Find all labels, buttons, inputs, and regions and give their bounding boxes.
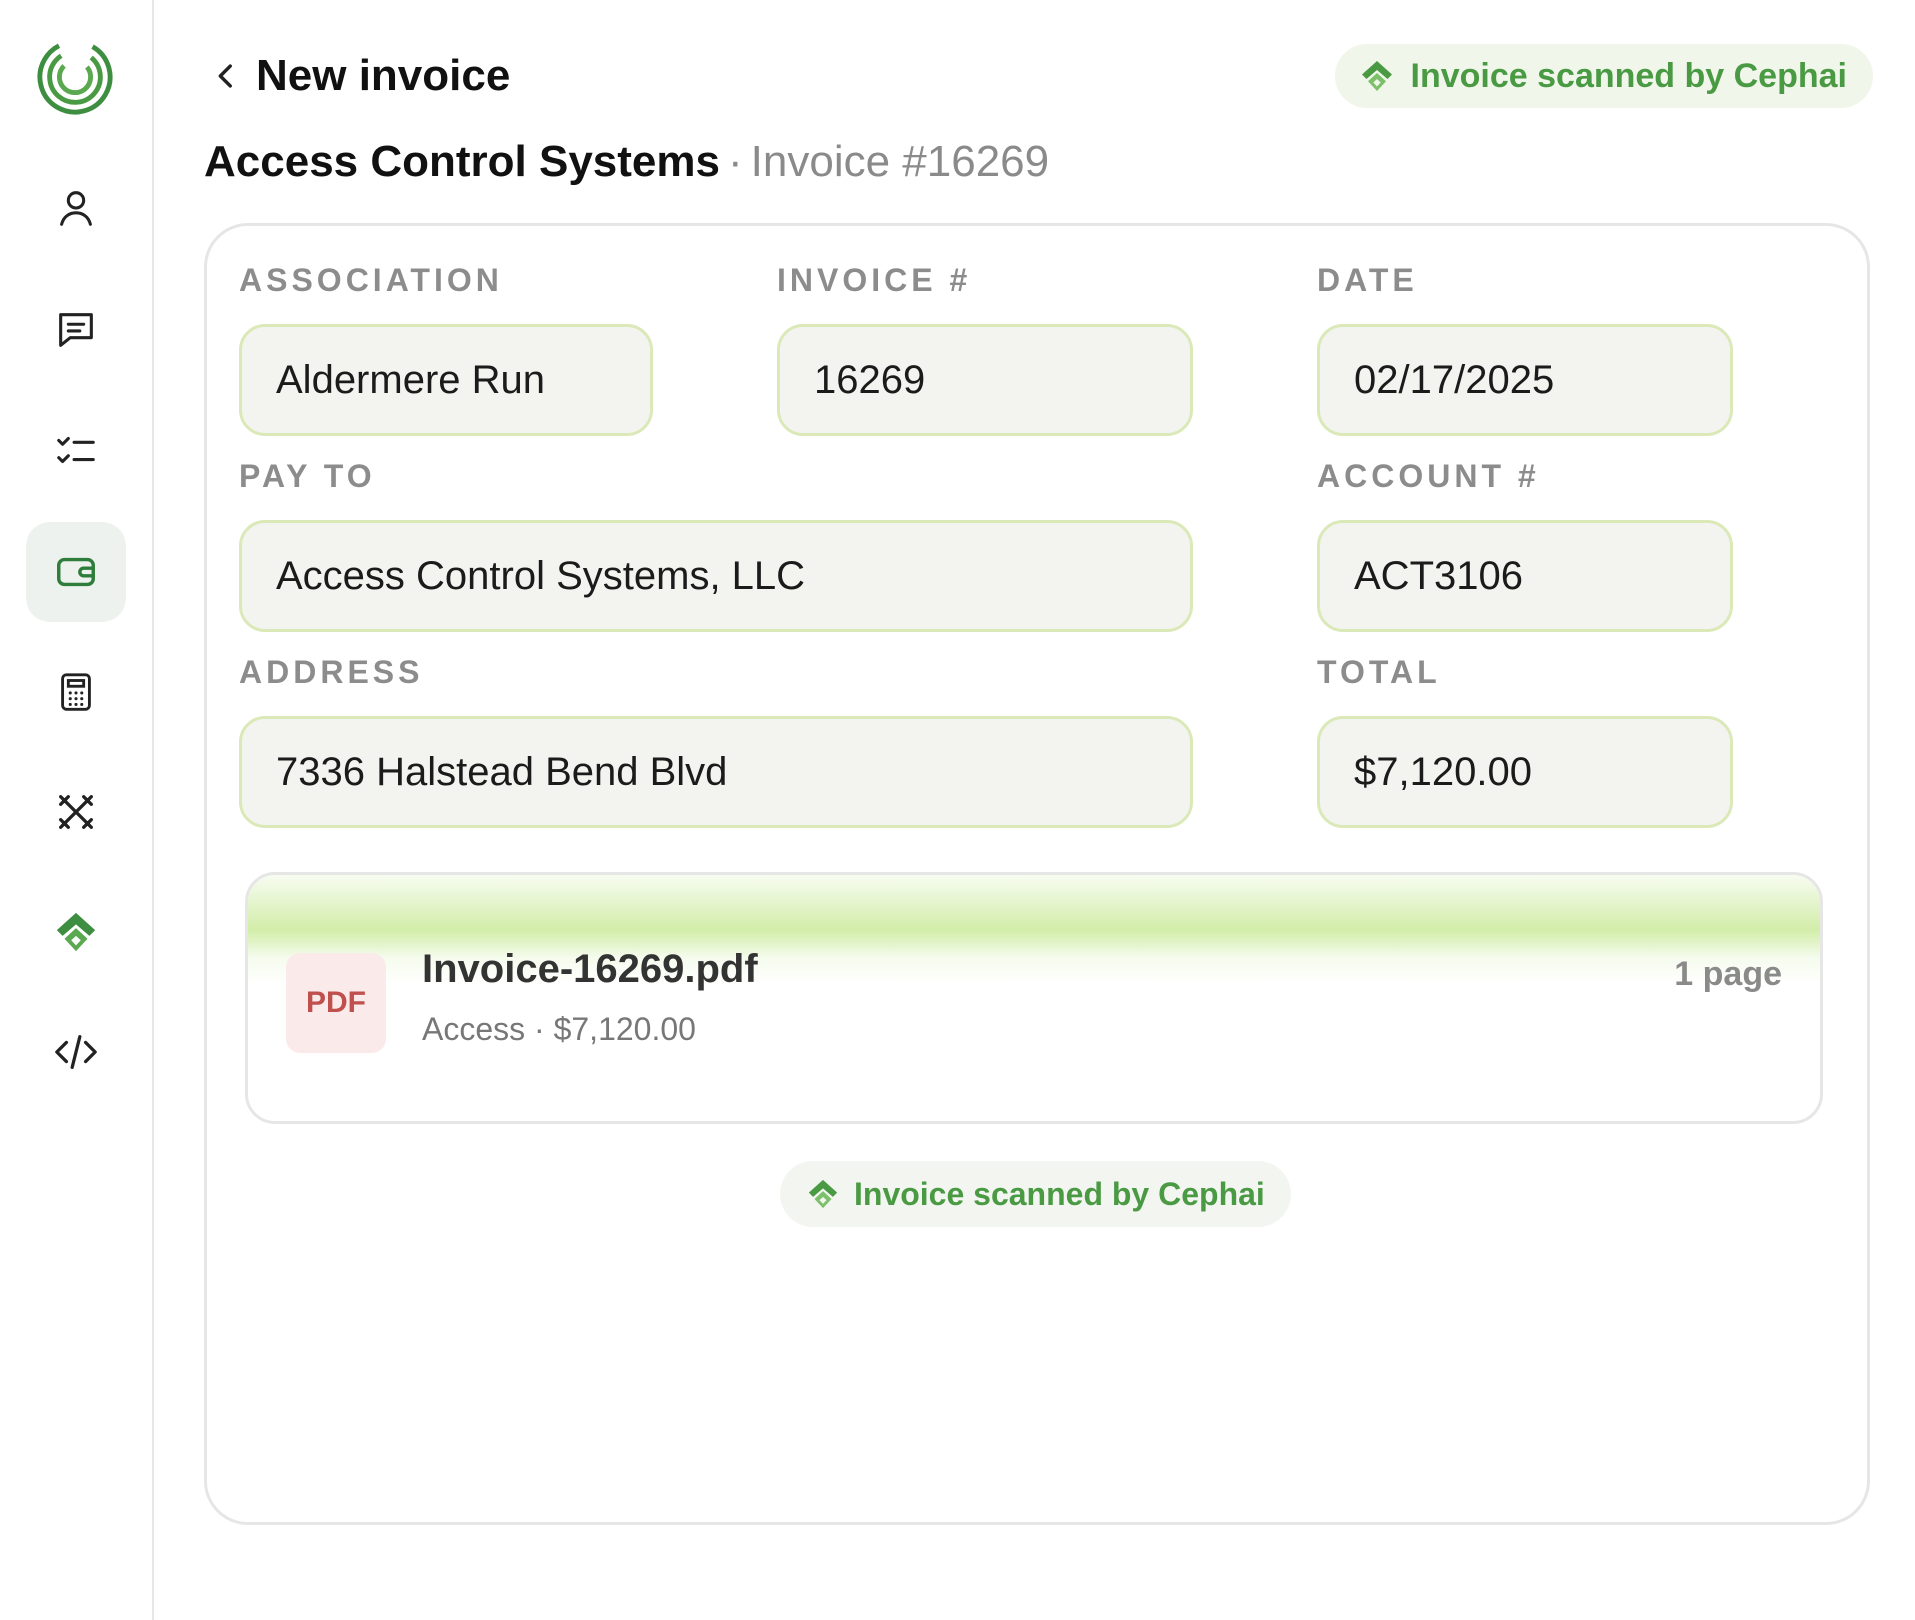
calculator-icon: [61, 673, 91, 711]
chevron-left-icon: [218, 64, 232, 88]
app-window: New invoice Invoice scanned by Cephai Ac…: [0, 0, 1915, 1620]
scan-status-pill-label: Invoice scanned by Cephai: [854, 1175, 1265, 1212]
vendor-name: Access Control Systems: [204, 137, 720, 186]
code-icon: [55, 1035, 97, 1069]
total-field[interactable]: $7,120.00: [1317, 716, 1733, 828]
attachment-meta: Access · $7,120.00: [422, 1011, 696, 1047]
back-button[interactable]: [206, 56, 246, 96]
sidebar-item-cephai[interactable]: [26, 882, 126, 982]
attachment-file-name: Invoice-16269.pdf: [422, 947, 758, 991]
sidebar-item-maintenance[interactable]: [26, 762, 126, 862]
sidebar-item-messages[interactable]: [26, 280, 126, 380]
wallet-icon: [57, 557, 95, 587]
sidebar-item-tasks[interactable]: [26, 400, 126, 500]
invoice-number-label: Invoice #16269: [750, 137, 1050, 186]
address-label: ADDRESS: [239, 654, 424, 690]
user-icon: [60, 191, 92, 226]
tools-icon: [59, 795, 93, 829]
invoice-number-field[interactable]: 16269: [777, 324, 1193, 436]
sidebar-item-accounting[interactable]: [26, 642, 126, 742]
checklist-icon: [57, 436, 95, 464]
date-field[interactable]: 02/17/2025: [1317, 324, 1733, 436]
pay-to-label: PAY TO: [239, 458, 376, 494]
sidebar: [0, 0, 154, 1620]
account-number-label: ACCOUNT #: [1317, 458, 1540, 494]
app-logo-icon[interactable]: [36, 38, 114, 116]
sidebar-item-payments[interactable]: [26, 522, 126, 622]
cephai-icon: [1361, 61, 1392, 91]
address-field[interactable]: 7336 Halstead Bend Blvd: [239, 716, 1193, 828]
invoice-number-label: INVOICE #: [777, 262, 972, 298]
association-field[interactable]: Aldermere Run: [239, 324, 653, 436]
account-number-field[interactable]: ACT3106: [1317, 520, 1733, 632]
pay-to-field[interactable]: Access Control Systems, LLC: [239, 520, 1193, 632]
cephai-icon: [56, 912, 96, 952]
chat-icon: [59, 313, 93, 347]
scan-status-label: Invoice scanned by Cephai: [1410, 56, 1847, 95]
association-label: ASSOCIATION: [239, 262, 503, 298]
attachment-page-count: 1 page: [1674, 955, 1782, 993]
scan-status-pill: Invoice scanned by Cephai: [780, 1161, 1291, 1227]
subtitle-separator: ·: [728, 137, 743, 186]
scan-status-badge: Invoice scanned by Cephai: [1334, 44, 1873, 108]
invoice-subtitle: Access Control Systems · Invoice #16269: [204, 134, 1049, 190]
attachment-card[interactable]: PDF Invoice-16269.pdf Access · $7,120.00…: [245, 872, 1823, 1124]
pdf-file-icon: PDF: [286, 953, 386, 1053]
invoice-form-card: ASSOCIATION Aldermere Run INVOICE # 1626…: [204, 223, 1870, 1525]
date-label: DATE: [1317, 262, 1418, 298]
cephai-icon: [808, 1179, 838, 1209]
sidebar-item-people[interactable]: [26, 158, 126, 258]
sidebar-item-developer[interactable]: [26, 1002, 126, 1102]
total-label: TOTAL: [1317, 654, 1441, 690]
page-title: New invoice: [256, 51, 511, 100]
main-content: New invoice Invoice scanned by Cephai Ac…: [154, 0, 1915, 1620]
